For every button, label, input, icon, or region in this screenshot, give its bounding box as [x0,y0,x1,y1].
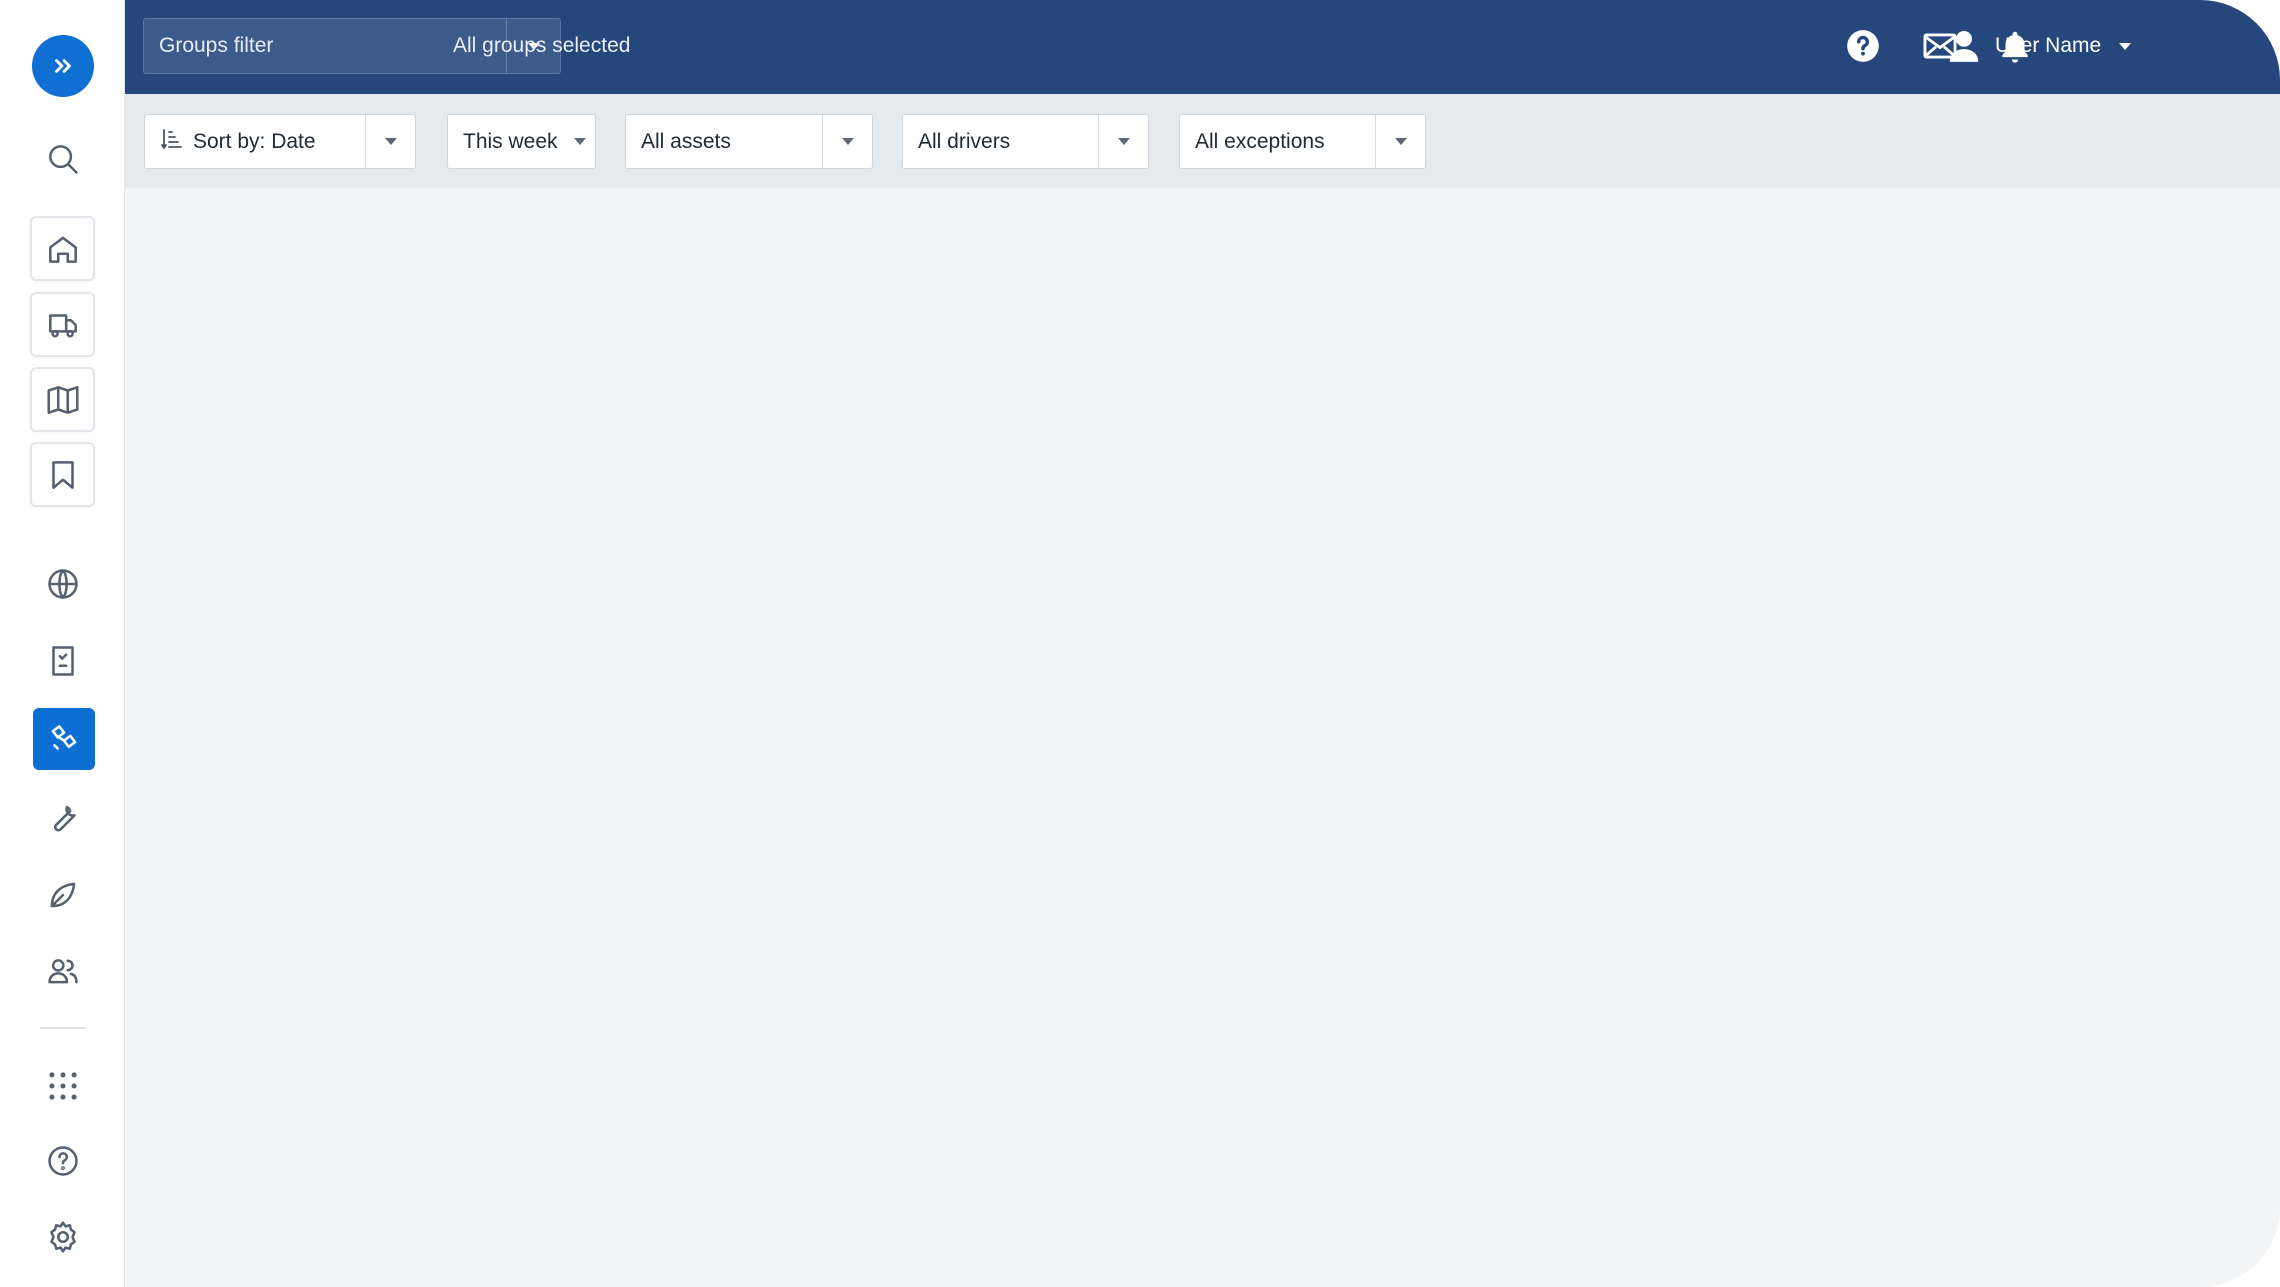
main-content: Groups filter All groups selected User N… [125,0,2280,1287]
sort-caret[interactable] [365,115,415,168]
caret-down-icon [1117,138,1130,145]
period-dropdown[interactable]: This week [447,114,596,169]
sidebar-item-sustainability[interactable] [30,862,95,927]
map-icon [46,385,79,414]
drivers-caret[interactable] [1098,115,1148,168]
exceptions-dropdown[interactable]: All exceptions [1179,114,1426,169]
user-avatar-icon [1949,30,1979,62]
caret-down-icon [1394,138,1407,145]
search-icon [48,144,78,174]
help-icon [1847,30,1879,62]
sort-label: Sort by: Date [193,129,316,153]
wrench-icon [53,805,76,831]
filter-bar: Sort by: Date This week All assets All d… [125,94,2280,188]
groups-selected-text: All groups selected [453,34,631,57]
sidebar-item-assets[interactable] [30,292,95,357]
drivers-label: All drivers [918,129,1011,153]
sidebar-item-maintenance[interactable] [30,786,95,851]
caret-down-icon [574,138,586,145]
rules-icon [51,725,77,750]
sidebar [0,0,125,1287]
sidebar-item-home[interactable] [30,216,95,281]
bookmark-icon [51,460,74,489]
expand-sidebar-button[interactable] [32,35,94,97]
user-name: User Name [1995,34,2102,57]
exceptions-caret[interactable] [1375,115,1425,168]
sidebar-item-globe[interactable] [30,551,95,616]
people-icon [47,958,78,983]
sidebar-item-rules[interactable] [33,708,95,770]
top-bar: Groups filter All groups selected User N… [125,0,2280,94]
user-menu-caret-icon [2119,42,2132,50]
sidebar-item-reports[interactable] [30,628,95,693]
caret-down-icon [841,138,854,145]
drivers-dropdown[interactable]: All drivers [902,114,1149,169]
settings-gear-icon [49,1220,76,1253]
truck-icon [48,313,77,338]
app-window: Groups filter All groups selected User N… [0,0,2280,1287]
sort-dropdown[interactable]: Sort by: Date [144,114,416,169]
globe-icon [47,568,78,599]
groups-filter-label: Groups filter [159,34,274,57]
period-label: This week [463,129,558,153]
sidebar-item-bookmarks[interactable] [30,442,95,507]
exceptions-label: All exceptions [1195,129,1325,153]
assets-label: All assets [641,129,731,153]
sidebar-item-settings[interactable] [30,1204,95,1269]
apps-grid-icon [48,1071,77,1100]
help-circle-icon [47,1145,78,1176]
help-button[interactable] [1842,25,1884,67]
user-menu[interactable]: User Name [1945,26,2132,66]
sidebar-item-people[interactable] [30,938,95,1003]
assets-caret[interactable] [822,115,872,168]
sidebar-divider [40,1027,86,1029]
leaf-icon [50,882,75,907]
sort-icon [160,127,184,157]
assets-dropdown[interactable]: All assets [625,114,873,169]
content-area [125,188,2280,1287]
report-icon [51,645,74,676]
sidebar-item-search[interactable] [30,126,95,191]
sidebar-item-map[interactable] [30,367,95,432]
home-icon [48,236,77,263]
caret-down-icon [384,138,397,145]
chevrons-right-icon [55,59,71,73]
sidebar-item-apps[interactable] [30,1053,95,1118]
sidebar-item-help[interactable] [30,1128,95,1193]
period-caret[interactable] [565,115,595,168]
